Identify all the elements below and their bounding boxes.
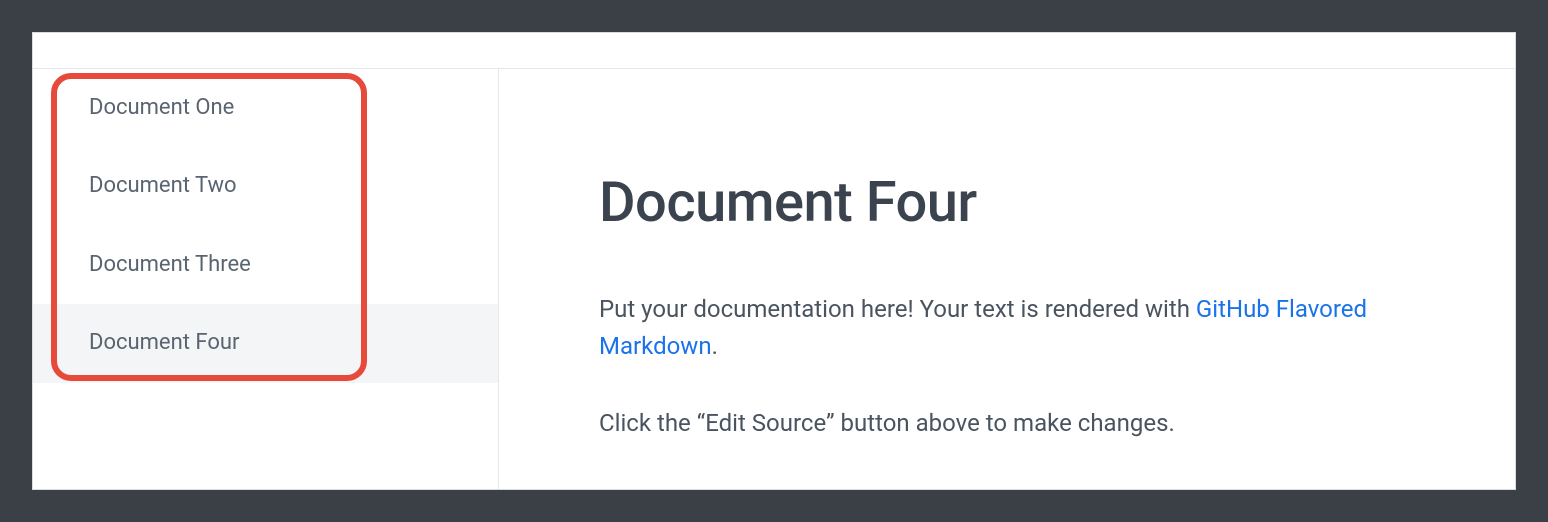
document-content: Document Four Put your documentation her… (499, 69, 1515, 489)
sidebar-item-label: Document Two (89, 173, 237, 198)
sidebar-item-document-two[interactable]: Document Two (33, 147, 498, 225)
intro-text-prefix: Put your documentation here! Your text i… (599, 295, 1196, 323)
sidebar-item-label: Document One (89, 95, 234, 120)
intro-paragraph: Put your documentation here! Your text i… (599, 291, 1445, 365)
intro-text-suffix: . (712, 332, 718, 360)
sidebar-item-document-one[interactable]: Document One (33, 69, 498, 147)
sidebar: Document One Document Two Document Three… (33, 69, 499, 489)
app-panel: Document One Document Two Document Three… (32, 32, 1516, 490)
app-body: Document One Document Two Document Three… (33, 69, 1515, 489)
sidebar-item-label: Document Three (89, 252, 251, 277)
sidebar-item-label: Document Four (89, 330, 239, 355)
sidebar-item-document-three[interactable]: Document Three (33, 226, 498, 304)
page-title: Document Four (599, 169, 1445, 235)
top-bar (33, 33, 1515, 69)
sidebar-item-document-four[interactable]: Document Four (33, 304, 498, 382)
edit-source-hint: Click the “Edit Source” button above to … (599, 405, 1445, 442)
